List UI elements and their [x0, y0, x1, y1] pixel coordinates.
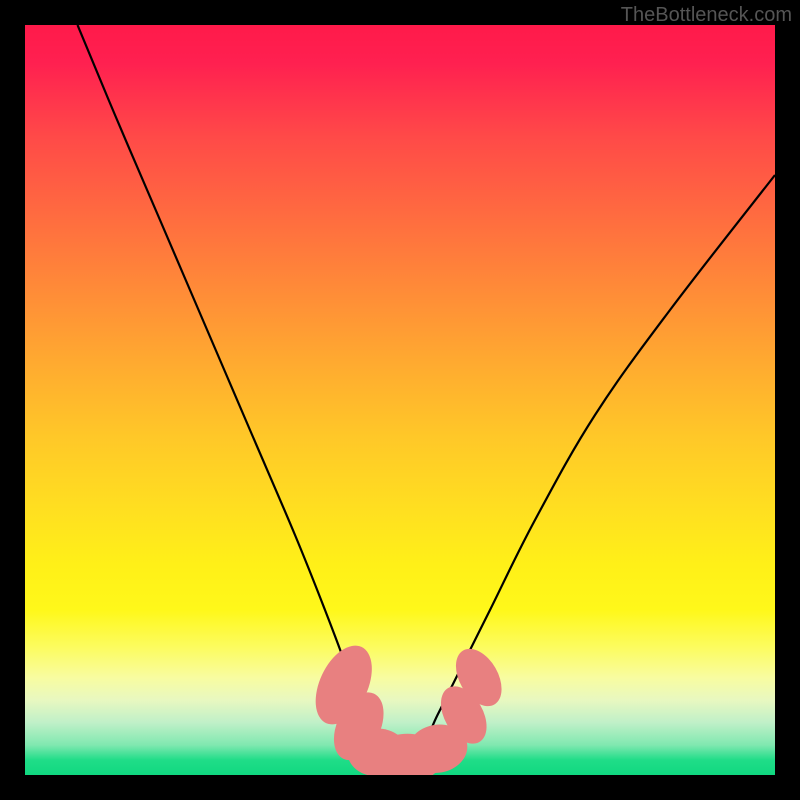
chart-area [25, 25, 775, 775]
watermark-text: TheBottleneck.com [621, 4, 792, 27]
chart-svg [25, 25, 775, 775]
curve-markers [304, 637, 511, 775]
bottleneck-curve [78, 25, 776, 760]
